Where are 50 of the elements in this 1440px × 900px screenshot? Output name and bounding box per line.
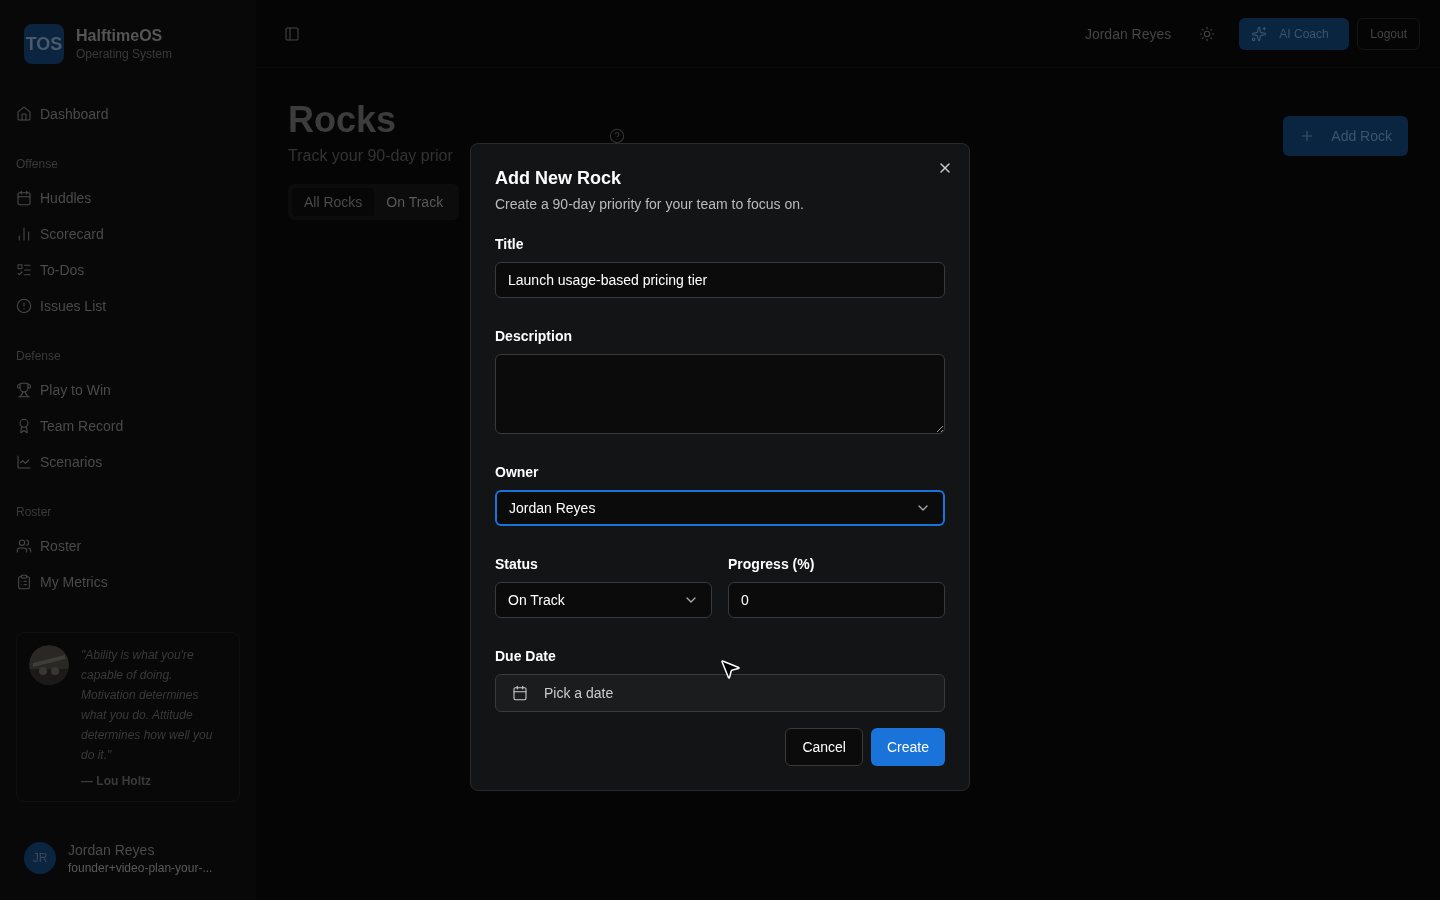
- logout-button[interactable]: Logout: [1357, 17, 1420, 50]
- sidebar-item[interactable]: To-Dos: [16, 252, 240, 288]
- progress-field[interactable]: 0: [728, 582, 945, 618]
- user-email: founder+video-plan-your-...: [68, 860, 213, 876]
- sidebar-item[interactable]: Scenarios: [16, 444, 240, 480]
- owner-select[interactable]: Jordan Reyes: [495, 490, 945, 526]
- help-icon[interactable]: [609, 128, 626, 144]
- sidebar-item[interactable]: Play to Win: [16, 372, 240, 408]
- calendar-icon: [512, 685, 528, 701]
- status-select[interactable]: On Track: [495, 582, 712, 618]
- field-label: Due Date: [495, 647, 556, 666]
- line-chart-icon: [16, 454, 32, 470]
- date-picker-button[interactable]: Pick a date: [495, 674, 945, 712]
- field-label: Title: [495, 235, 524, 254]
- calendar-icon: [16, 190, 32, 206]
- mouse-cursor-icon: [718, 657, 742, 681]
- brand-logo: TOS: [24, 24, 64, 64]
- field-label: Progress (%): [728, 555, 815, 574]
- sidebar-item[interactable]: Huddles: [16, 180, 240, 216]
- sidebar-item[interactable]: Issues List: [16, 288, 240, 324]
- user-name: Jordan Reyes: [68, 841, 156, 860]
- trophy-icon: [16, 382, 32, 398]
- sidebar-item[interactable]: Roster: [16, 528, 240, 564]
- clipboard-icon: [16, 574, 32, 590]
- sidebar-item[interactable]: Scorecard: [16, 216, 240, 252]
- description-field[interactable]: [495, 354, 945, 434]
- sparkles-icon: [1251, 25, 1268, 42]
- create-button[interactable]: Create: [870, 728, 945, 766]
- top-user-name: Jordan Reyes: [1084, 24, 1172, 44]
- cancel-button[interactable]: Cancel: [785, 728, 863, 766]
- sidebar-item[interactable]: Team Record: [16, 408, 240, 444]
- brand-name: HalftimeOS: [76, 26, 164, 46]
- field-label: Description: [495, 327, 572, 346]
- sidebar-item[interactable]: Dashboard: [16, 96, 240, 132]
- home-icon: [16, 106, 32, 122]
- users-icon: [16, 538, 32, 554]
- alert-icon: [16, 298, 32, 314]
- filter-tab[interactable]: All Rocks: [292, 188, 375, 216]
- field-label: Owner: [495, 463, 539, 482]
- sidebar-item[interactable]: My Metrics: [16, 564, 240, 600]
- theme-icon[interactable]: [1199, 25, 1216, 42]
- filter-tab[interactable]: On Track: [374, 188, 456, 216]
- bar-chart-icon: [16, 226, 32, 242]
- dialog-title: Add New Rock: [495, 167, 623, 190]
- title-field[interactable]: Launch usage-based pricing tier: [495, 262, 945, 298]
- dialog-description: Create a 90-day priority for your team to focus on.: [495, 195, 805, 214]
- checklist-icon: [16, 262, 32, 278]
- award-icon: [16, 418, 32, 434]
- field-label: Status: [495, 555, 538, 574]
- sidebar-toggle-icon[interactable]: [284, 25, 300, 42]
